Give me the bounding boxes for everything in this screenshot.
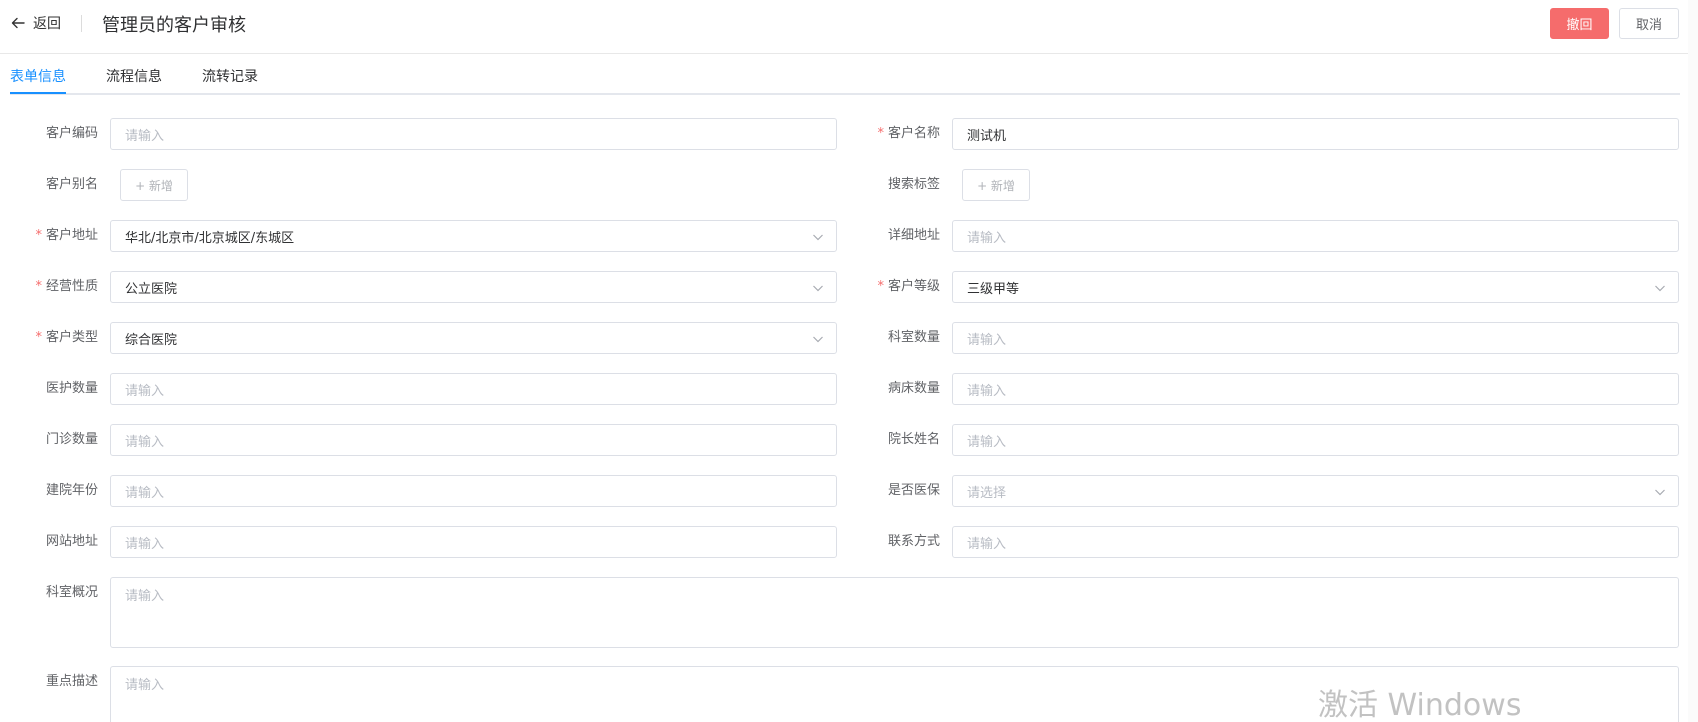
detail-address-label: 详细地址 — [887, 228, 940, 243]
customer-level-label: * 客户等级 — [877, 279, 940, 294]
contact-input[interactable]: 请输入 — [952, 526, 1679, 558]
medical-insurance-label: 是否医保 — [887, 483, 940, 498]
add-alias-button[interactable]: + 新增 — [120, 169, 188, 201]
page: 返回 管理员的客户审核 撤回 取消 表单信息 流程信息 流转记录 客户编码 请输… — [0, 0, 1698, 722]
outpatient-count-input[interactable]: 请输入 — [110, 424, 837, 456]
tab-bar: 表单信息 流程信息 流转记录 — [0, 54, 1680, 95]
tab-flow-records[interactable]: 流转记录 — [202, 66, 258, 86]
department-overview-label: 科室概况 — [45, 585, 98, 600]
department-count-label: 科室数量 — [887, 330, 940, 345]
business-nature-label: * 经营性质 — [35, 279, 98, 294]
chevron-down-icon — [1655, 489, 1665, 496]
tab-form-info[interactable]: 表单信息 — [10, 66, 66, 86]
tab-bar-line — [10, 93, 1680, 95]
tab-process-info[interactable]: 流程信息 — [106, 66, 162, 86]
back-button[interactable]: 返回 — [11, 13, 61, 33]
customer-address-select[interactable]: 华北/北京市/北京城区/东城区 — [110, 220, 837, 252]
customer-type-select[interactable]: 综合医院 — [110, 322, 837, 354]
bed-count-input[interactable]: 请输入 — [952, 373, 1679, 405]
chevron-down-icon — [813, 285, 823, 292]
page-header: 返回 管理员的客户审核 撤回 取消 — [0, 0, 1698, 54]
add-tag-button[interactable]: + 新增 — [962, 169, 1030, 201]
page-title: 管理员的客户审核 — [102, 15, 246, 36]
search-tags-label: 搜索标签 — [887, 177, 940, 192]
founded-year-input[interactable]: 请输入 — [110, 475, 837, 507]
medical-staff-count-label: 医护数量 — [45, 381, 98, 396]
customer-name-label: * 客户名称 — [877, 126, 940, 141]
business-nature-select[interactable]: 公立医院 — [110, 271, 837, 303]
key-description-label: 重点描述 — [45, 674, 98, 689]
customer-name-input[interactable]: 测试机 — [952, 118, 1679, 150]
outpatient-count-label: 门诊数量 — [45, 432, 98, 447]
contact-label: 联系方式 — [887, 534, 940, 549]
customer-alias-label: 客户别名 — [45, 177, 98, 192]
founded-year-label: 建院年份 — [45, 483, 98, 498]
website-input[interactable]: 请输入 — [110, 526, 837, 558]
department-count-input[interactable]: 请输入 — [952, 322, 1679, 354]
customer-type-label: * 客户类型 — [35, 330, 98, 345]
website-label: 网站地址 — [45, 534, 98, 549]
bed-count-label: 病床数量 — [887, 381, 940, 396]
cancel-button[interactable]: 取消 — [1619, 8, 1679, 39]
arrow-left-icon — [11, 17, 25, 29]
windows-activation-watermark: 激活 Windows — [1318, 688, 1522, 722]
customer-level-select[interactable]: 三级甲等 — [952, 271, 1679, 303]
chevron-down-icon — [813, 336, 823, 343]
director-name-input[interactable]: 请输入 — [952, 424, 1679, 456]
customer-address-label: * 客户地址 — [35, 228, 98, 243]
customer-code-input[interactable]: 请输入 — [110, 118, 837, 150]
scrollbar[interactable] — [1688, 0, 1698, 722]
medical-staff-count-input[interactable]: 请输入 — [110, 373, 837, 405]
chevron-down-icon — [813, 234, 823, 241]
revoke-button[interactable]: 撤回 — [1550, 8, 1609, 39]
customer-code-label: 客户编码 — [45, 126, 98, 141]
director-name-label: 院长姓名 — [887, 432, 940, 447]
back-label: 返回 — [33, 16, 61, 32]
medical-insurance-select[interactable]: 请选择 — [952, 475, 1679, 507]
header-divider — [81, 15, 82, 32]
detail-address-input[interactable]: 请输入 — [952, 220, 1679, 252]
active-tab-indicator — [10, 92, 66, 94]
department-overview-textarea[interactable]: 请输入 — [110, 577, 1679, 648]
chevron-down-icon — [1655, 285, 1665, 292]
